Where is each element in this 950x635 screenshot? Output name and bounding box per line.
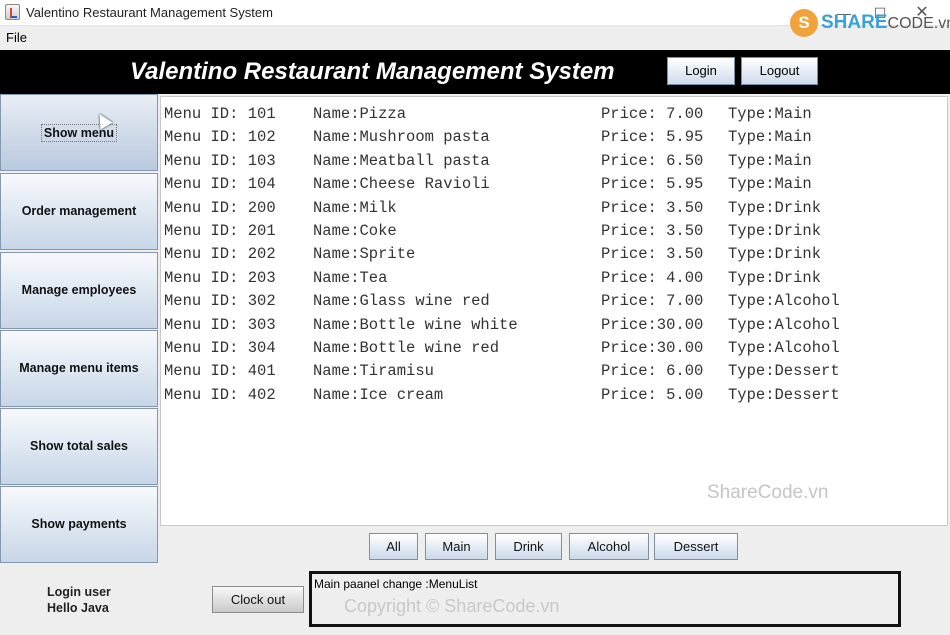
copyright-watermark: Copyright © ShareCode.vn (344, 596, 560, 616)
menu-list: Menu ID: 101 Name:Pizza Price: 7.00 Type:Ma… (164, 103, 944, 407)
menu-list-panel: Menu ID: 101 Name:Pizza Price: 7.00 Type:Ma… (160, 96, 948, 526)
status-text: Main paanel change :MenuList (314, 577, 478, 591)
menu-price-text: Price: 6.00 (601, 362, 704, 381)
menu-list-row: Menu ID: 104 Name:Cheese Ravioli Price: 5.… (164, 173, 944, 196)
menu-name-text: Name:Cheese Ravioli (313, 175, 490, 194)
window-title: Valentino Restaurant Management System (26, 5, 273, 20)
filter-main-button[interactable]: Main (425, 533, 488, 560)
menu-id-text: Menu ID: 203 (164, 268, 276, 287)
greeting-label: Hello Java (47, 601, 109, 615)
menu-name-text: Name:Mushroom pasta (313, 128, 490, 147)
menu-type-text: Type:Main (728, 151, 812, 170)
menu-price-text: Price: 4.00 (601, 268, 704, 287)
menu-id-text: Menu ID: 200 (164, 198, 276, 217)
sharecode-logo: S SHARECODE.vn (790, 8, 950, 38)
status-log: Main paanel change :MenuList Copyright ©… (309, 571, 901, 627)
menu-list-row: Menu ID: 202 Name:Sprite Price: 3.50 Type:D… (164, 243, 944, 266)
menu-id-text: Menu ID: 402 (164, 385, 276, 404)
menu-type-text: Type:Drink (728, 245, 822, 264)
menu-id-text: Menu ID: 102 (164, 128, 276, 147)
menu-price-text: Price: 7.00 (601, 292, 704, 311)
menu-file[interactable]: File (6, 30, 27, 45)
menu-type-text: Type:Drink (728, 198, 822, 217)
menu-list-row: Menu ID: 200 Name:Milk Price: 3.50 Type:Dri… (164, 197, 944, 220)
filter-dessert-button[interactable]: Dessert (654, 533, 738, 560)
login-user-label: Login user (47, 585, 111, 599)
menu-list-row: Menu ID: 401 Name:Tiramisu Price: 6.00 Type… (164, 360, 944, 383)
logout-button[interactable]: Logout (741, 57, 818, 85)
menu-id-text: Menu ID: 103 (164, 151, 276, 170)
header-banner: Valentino Restaurant Management System L… (0, 50, 950, 94)
menu-price-text: Price: 3.50 (601, 198, 704, 217)
menu-list-row: Menu ID: 201 Name:Coke Price: 3.50 Type:Dri… (164, 220, 944, 243)
filter-all-button[interactable]: All (369, 533, 418, 560)
menu-list-row: Menu ID: 101 Name:Pizza Price: 7.00 Type:Ma… (164, 103, 944, 126)
menu-name-text: Name:Tiramisu (313, 362, 434, 381)
menu-type-text: Type:Main (728, 105, 812, 123)
menu-name-text: Name:Bottle wine white (313, 315, 518, 334)
sharecode-watermark: ShareCode.vn (707, 482, 829, 503)
sidebar-item-manage-employees[interactable]: Manage employees (0, 252, 158, 329)
menu-type-text: Type:Main (728, 175, 812, 194)
menu-name-text: Name:Sprite (313, 245, 416, 264)
clock-out-button[interactable]: Clock out (212, 586, 304, 613)
menu-list-row: Menu ID: 302 Name:Glass wine red Price: 7.… (164, 290, 944, 313)
login-user-info: Login user Hello Java (47, 584, 111, 616)
sharecode-logo-text: SHARECODE.vn (821, 12, 950, 33)
menu-name-text: Name:Tea (313, 268, 388, 287)
sidebar-item-show-total-sales[interactable]: Show total sales (0, 408, 158, 485)
menu-name-text: Name:Glass wine red (313, 292, 490, 311)
menu-price-text: Price: 5.00 (601, 385, 704, 404)
menu-id-text: Menu ID: 104 (164, 175, 276, 194)
menu-id-text: Menu ID: 303 (164, 315, 276, 334)
menu-id-text: Menu ID: 201 (164, 221, 276, 240)
menu-name-text: Name:Bottle wine red (313, 338, 500, 357)
sidebar-item-manage-menu-items[interactable]: Manage menu items (0, 330, 158, 407)
menu-id-text: Menu ID: 202 (164, 245, 276, 264)
menu-id-text: Menu ID: 401 (164, 362, 276, 381)
java-app-icon (5, 4, 20, 20)
sidebar-item-order-management[interactable]: Order management (0, 173, 158, 250)
menu-price-text: Price: 3.50 (601, 245, 704, 264)
sharecode-logo-icon: S (790, 9, 818, 37)
menu-type-text: Type:Dessert (728, 385, 840, 404)
menu-name-text: Name:Milk (313, 198, 397, 217)
menu-list-row: Menu ID: 102 Name:Mushroom pasta Price: 5.… (164, 126, 944, 149)
menu-list-row: Menu ID: 103 Name:Meatball pasta Price: 6.… (164, 150, 944, 173)
menu-type-text: Type:Alcohol (728, 315, 840, 334)
menu-type-text: Type:Alcohol (728, 338, 840, 357)
header-title: Valentino Restaurant Management System (130, 58, 615, 85)
menu-name-text: Name:Pizza (313, 105, 407, 123)
menu-price-text: Price: 3.50 (601, 221, 704, 240)
menu-price-text: Price: 6.50 (601, 151, 704, 170)
menu-type-text: Type:Drink (728, 268, 822, 287)
menu-id-text: Menu ID: 302 (164, 292, 276, 311)
filter-alcohol-button[interactable]: Alcohol (569, 533, 649, 560)
menu-list-row: Menu ID: 402 Name:Ice cream Price: 5.00 Typ… (164, 384, 944, 407)
menu-price-text: Price: 7.00 (601, 105, 704, 123)
menu-list-row: Menu ID: 203 Name:Tea Price: 4.00 Type:Drin… (164, 267, 944, 290)
menu-list-row: Menu ID: 303 Name:Bottle wine white Price:… (164, 314, 944, 337)
menu-type-text: Type:Main (728, 128, 812, 147)
menu-type-text: Type:Dessert (728, 362, 840, 381)
menu-price-text: Price:30.00 (601, 338, 704, 357)
login-button[interactable]: Login (667, 57, 735, 85)
menu-type-text: Type:Drink (728, 221, 822, 240)
sidebar-item-show-payments[interactable]: Show payments (0, 486, 158, 563)
menu-list-row: Menu ID: 304 Name:Bottle wine red Price:30… (164, 337, 944, 360)
menu-name-text: Name:Meatball pasta (313, 151, 490, 170)
menu-name-text: Name:Ice cream (313, 385, 444, 404)
menu-id-text: Menu ID: 101 (164, 105, 276, 123)
menu-price-text: Price: 5.95 (601, 175, 704, 194)
menu-type-text: Type:Alcohol (728, 292, 840, 311)
filter-drink-button[interactable]: Drink (495, 533, 562, 560)
menu-name-text: Name:Coke (313, 221, 397, 240)
menu-id-text: Menu ID: 304 (164, 338, 276, 357)
sidebar-item-show-menu[interactable]: Show menu (0, 94, 158, 171)
menu-price-text: Price: 5.95 (601, 128, 704, 147)
menu-price-text: Price:30.00 (601, 315, 704, 334)
